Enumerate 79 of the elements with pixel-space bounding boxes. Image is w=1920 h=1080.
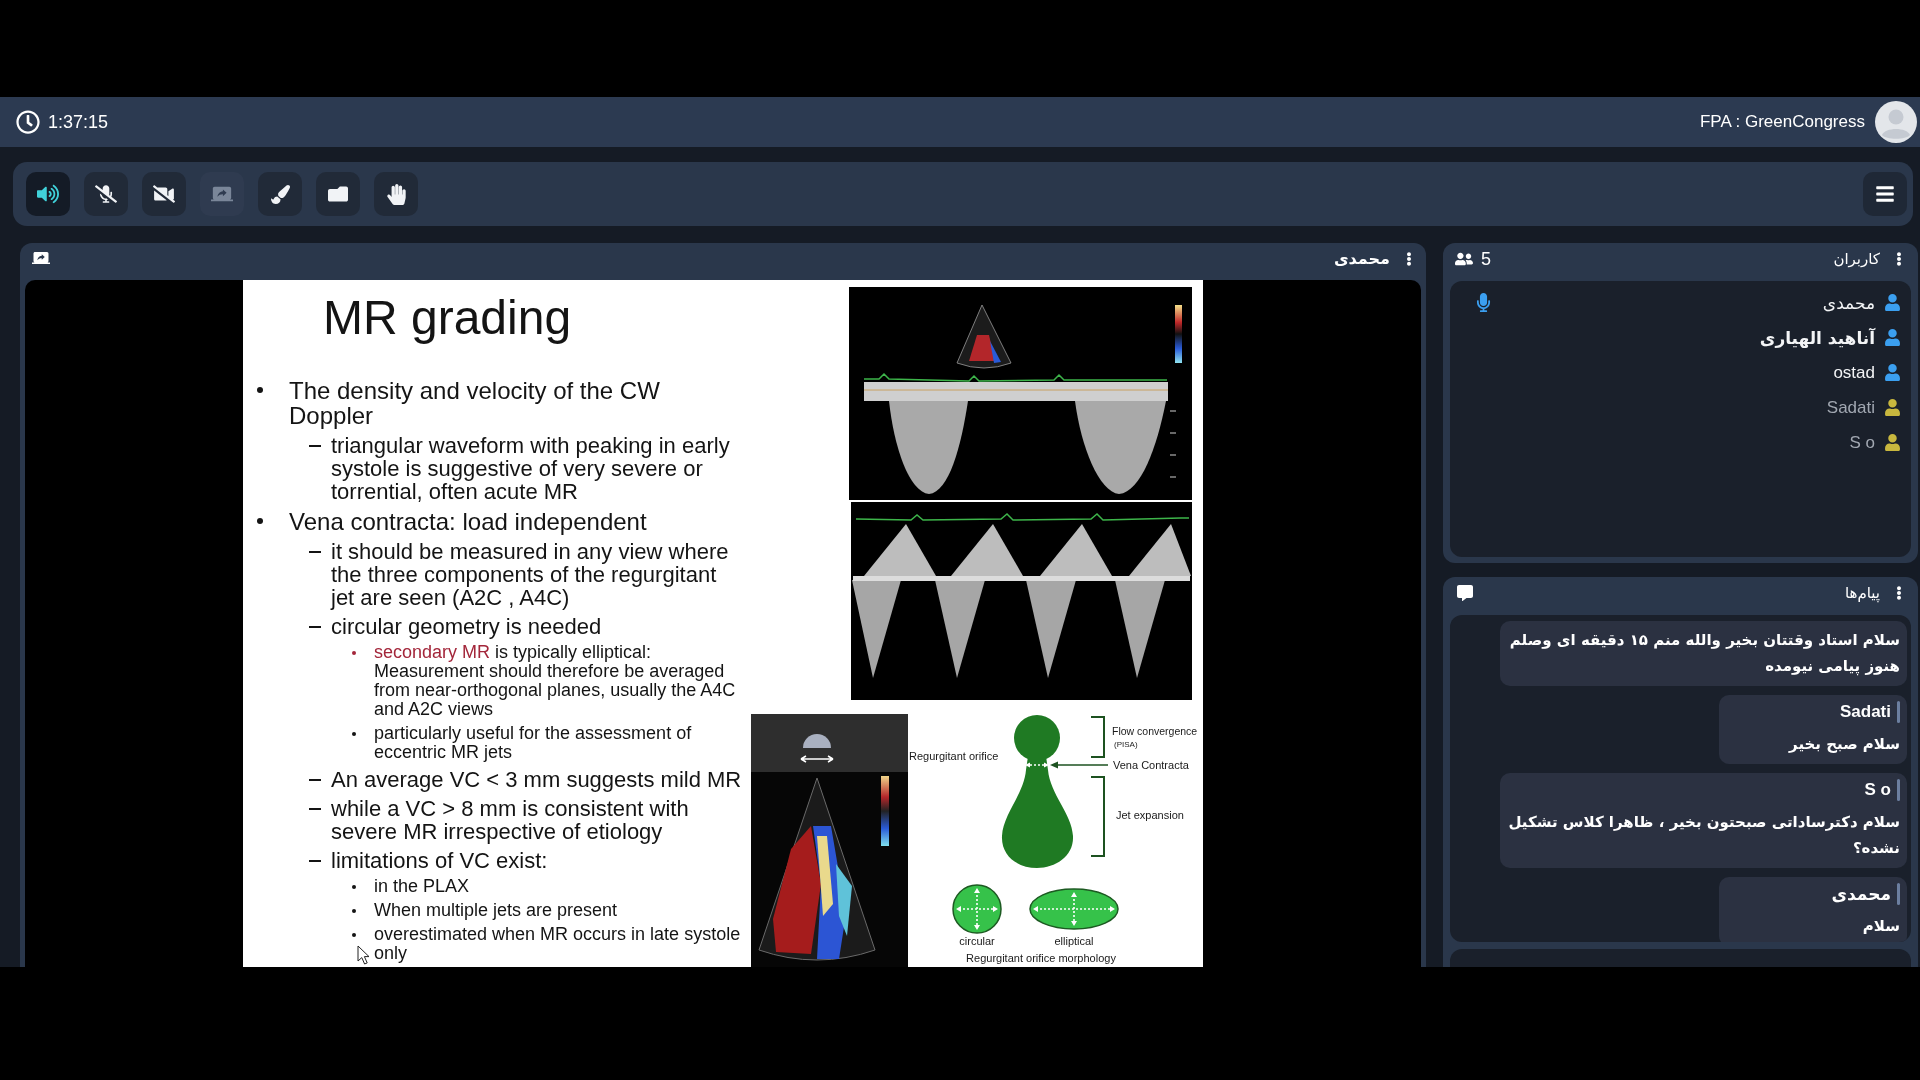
diagram-label: Regurgitant orifice (909, 750, 999, 763)
bullet-text: triangular waveform with peaking in early systole is suggestive of very severe or torrential, often acute MR (331, 434, 731, 503)
dash-icon (309, 808, 321, 810)
user-name[interactable]: محمدی (1822, 291, 1875, 314)
presenter-name: محمدی (1333, 249, 1390, 269)
dash-icon (309, 551, 321, 553)
message-text: سلام استاد وقتتان بخیر والله منم ۱۵ دقیقه ای وصلم هنوز پیامی نیومده (1508, 630, 1900, 678)
name-accent-bar (1897, 779, 1900, 801)
diagram-label: elliptical (1054, 935, 1094, 948)
folder-icon (328, 184, 348, 204)
bullet-text: secondary MR is typically elliptical: Measurement should therefore be averaged from near-orthogonal planes, usually the A4C and A2C views (374, 643, 737, 719)
menu-button[interactable] (1863, 172, 1907, 216)
microphone-off-icon (95, 183, 117, 205)
speaker-button[interactable] (26, 172, 70, 216)
paintbrush-icon (270, 184, 290, 204)
mute-button[interactable] (84, 172, 128, 216)
raise-hand-button[interactable] (374, 172, 418, 216)
draw-button[interactable] (258, 172, 302, 216)
bullet-text: overestimated when MR occurs in late systole only (374, 925, 742, 963)
sender-name: محمدی (1831, 883, 1891, 905)
dash-icon (309, 626, 321, 628)
diagram-label: circular (959, 935, 995, 948)
bullet-text: limitations of VC exist: (331, 849, 549, 872)
diagram-label: Jet expansion (1116, 809, 1184, 822)
bullet-icon (352, 651, 356, 655)
elapsed-time: 1:37:15 (48, 111, 109, 133)
chat-icon (1457, 585, 1473, 601)
bullet-text: When multiple jets are present (374, 901, 619, 920)
avatar-icon[interactable] (1875, 101, 1917, 143)
menu-icon (1875, 184, 1895, 204)
bullet-text: particularly useful for the assessment of eccentric MR jets (374, 724, 693, 762)
sender-name: S o (1864, 779, 1891, 801)
bullet-icon (257, 387, 263, 393)
dash-icon (309, 779, 321, 781)
user-count: 5 (1481, 249, 1491, 269)
bullet-text: while a VC > 8 mm is consistent with severe MR irrespective of etiology (331, 797, 690, 843)
user-name[interactable]: ostad (1833, 361, 1875, 384)
diagram-label: Vena Contracta (1113, 759, 1189, 772)
message-input-field[interactable] (1450, 949, 1911, 967)
message-text: سلام (1862, 916, 1900, 937)
bullet-text: Vena contracta: load independent (289, 509, 648, 534)
bullet-icon (352, 933, 356, 937)
message-text: سلام دکترساداتی صبحتون بخیر ، ظاهرا کلاس تشکیل نشده؟ (1507, 812, 1900, 859)
session-title: FPA : GreenCongress (1699, 111, 1865, 133)
bullet-text: An average VC < 3 mm suggests mild MR (331, 768, 743, 791)
user-name[interactable]: S o (1849, 431, 1875, 454)
camera-off-icon (153, 183, 175, 205)
hand-icon (385, 183, 407, 205)
speaker-icon (37, 183, 59, 205)
bullet-text: in the PLAX (374, 877, 471, 896)
bullet-icon (257, 518, 263, 524)
bullet-icon (352, 909, 356, 913)
name-accent-bar (1897, 883, 1900, 905)
dash-icon (309, 860, 321, 862)
slide-title: MR grading (323, 292, 573, 344)
clock-icon (16, 110, 40, 134)
panel-title: پیام‌ها (1844, 583, 1880, 603)
sender-name: Sadati (1839, 701, 1891, 723)
panel-title: کاربران (1833, 249, 1880, 269)
user-name[interactable]: Sadati (1826, 396, 1875, 419)
dash-icon (309, 445, 321, 447)
diagram-label: (PISA) (1114, 740, 1138, 750)
diagram-label: Flow convergence (1112, 725, 1198, 738)
leader-arrow (1050, 761, 1109, 769)
screen-share-icon (32, 249, 50, 267)
users-icon (1455, 250, 1473, 268)
user-name[interactable]: آناهید الهیاری (1759, 326, 1875, 349)
bullet-icon (352, 732, 356, 736)
message-text: سلام صبح بخیر (1789, 734, 1900, 755)
bullet-icon (352, 885, 356, 889)
name-accent-bar (1897, 701, 1900, 723)
bracket-mark (1090, 716, 1105, 758)
diagram-caption: Regurgitant orifice morphology (966, 952, 1116, 965)
bullet-text: circular geometry is needed (331, 615, 603, 638)
bullet-text: The density and velocity of the CW Doppler (289, 378, 661, 428)
circular-orifice-shape (952, 884, 1002, 934)
camera-button[interactable] (142, 172, 186, 216)
bullet-text: it should be measured in any view where the three components of the regurgitant jet are seen (A2C , A4C) (331, 540, 730, 609)
files-button[interactable] (316, 172, 360, 216)
